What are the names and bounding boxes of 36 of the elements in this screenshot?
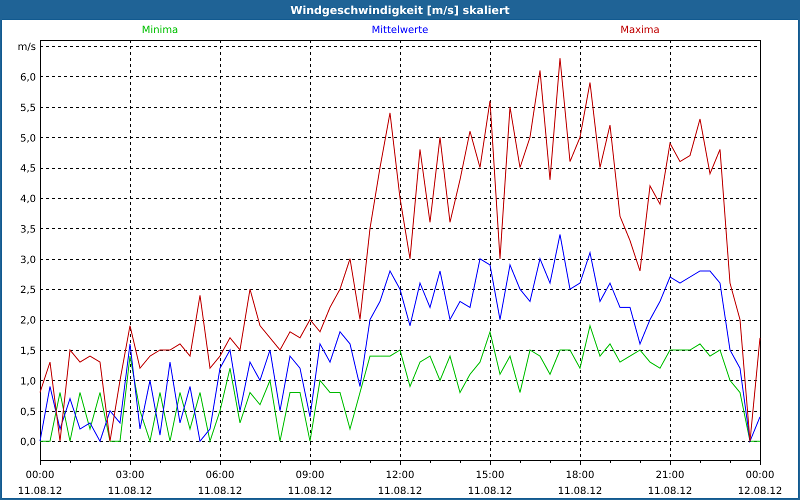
x-tick-label: 09:00 <box>296 470 324 481</box>
x-tick-label: 00:00 <box>746 470 774 481</box>
x-tick-label: 18:00 <box>566 470 594 481</box>
x-tick-label: 03:00 <box>116 470 144 481</box>
x-tick-date: 11.08.12 <box>378 486 422 497</box>
x-tick-label: 12:00 <box>386 470 414 481</box>
y-tick-label: 6,0 <box>20 72 36 84</box>
x-tick-date: 11.08.12 <box>18 486 62 497</box>
x-tick-date: 11.08.12 <box>198 486 242 497</box>
y-axis-unit: m/s <box>18 42 36 54</box>
x-tick-date: 11.08.12 <box>648 486 692 497</box>
x-tick-date: 11.08.12 <box>468 486 512 497</box>
x-tick-date: 11.08.12 <box>288 486 332 497</box>
y-tick-label: 2,5 <box>20 285 36 296</box>
y-tick-label: 2,0 <box>20 316 36 327</box>
x-tick-date: 11.08.12 <box>108 486 152 497</box>
legend-label: Minima <box>142 24 178 36</box>
y-tick-label: 4,5 <box>20 164 36 175</box>
x-tick-date: 11.08.12 <box>558 486 602 497</box>
x-tick-label: 06:00 <box>206 470 234 481</box>
legend-label: Maxima <box>620 24 660 36</box>
y-tick-label: 3,0 <box>20 254 36 266</box>
y-tick-label: 0,5 <box>20 406 36 418</box>
y-tick-label: 5,5 <box>20 102 36 114</box>
y-tick-label: 0,0 <box>20 437 36 448</box>
y-tick-label: 1,5 <box>20 346 36 357</box>
y-tick-label: 1,0 <box>20 376 36 388</box>
y-tick-label: 5,0 <box>20 133 36 144</box>
x-tick-label: 21:00 <box>656 470 684 481</box>
y-tick-label: 4,0 <box>20 194 36 206</box>
x-tick-label: 15:00 <box>476 470 504 481</box>
legend-label: Mittelwerte <box>372 24 428 36</box>
window-title: Windgeschwindigkeit [m/s] skaliert <box>0 0 800 20</box>
y-tick-label: 3,5 <box>20 224 36 236</box>
x-tick-label: 00:00 <box>26 470 54 481</box>
x-tick-date: 12.08.12 <box>738 486 782 497</box>
